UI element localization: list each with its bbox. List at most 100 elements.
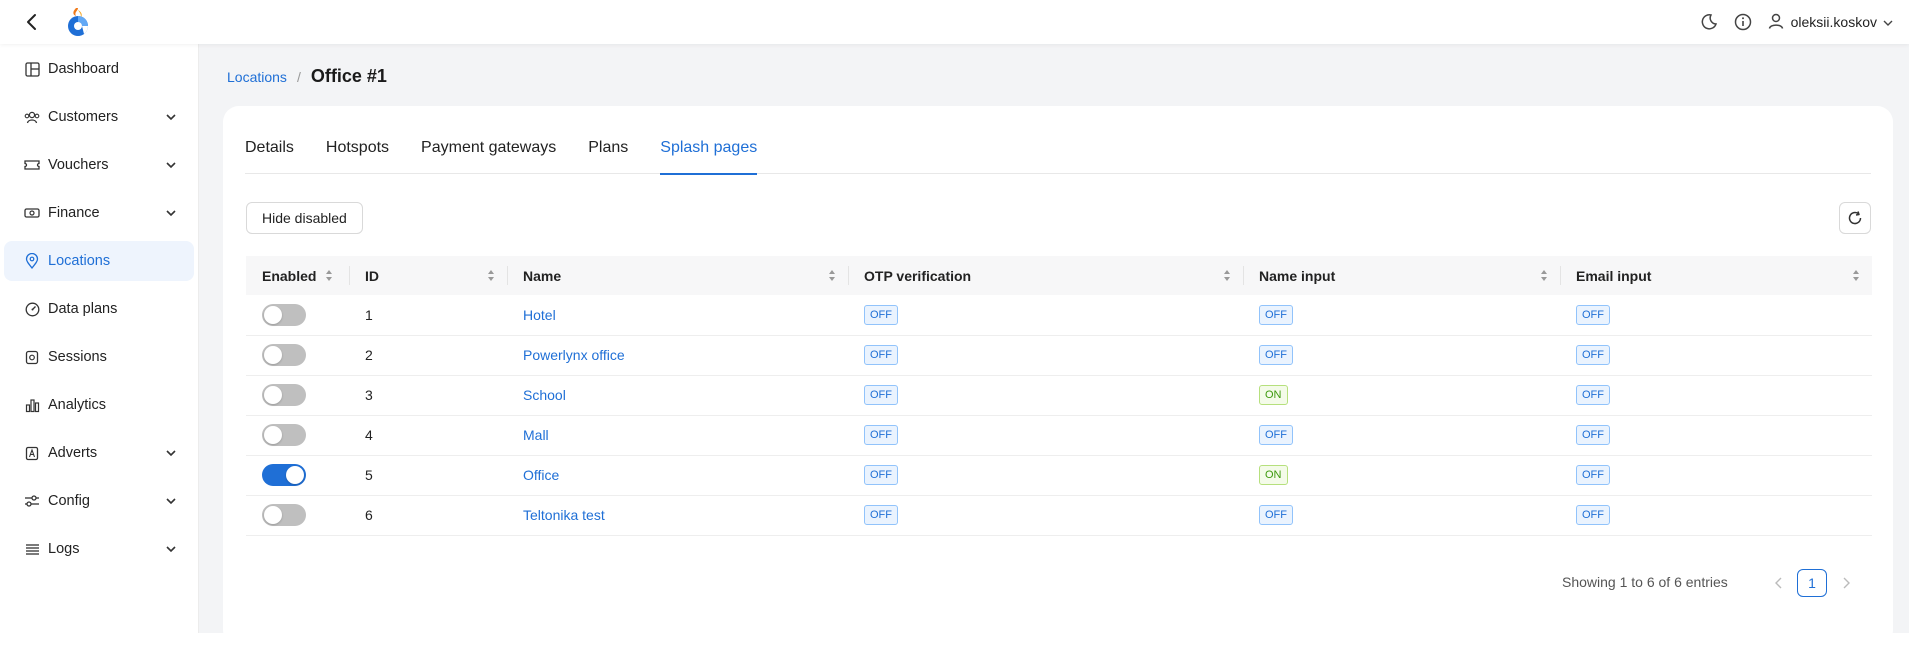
enabled-toggle[interactable] xyxy=(262,344,306,366)
table-row: 6 Teltonika test OFF OFF OFF xyxy=(246,495,1872,536)
sidebar-item-label: Vouchers xyxy=(48,157,109,173)
chevron-down-icon xyxy=(166,498,176,505)
dark-mode-moon-icon[interactable] xyxy=(1699,12,1719,32)
sidebar-item-label: Finance xyxy=(48,205,100,221)
breadcrumb-locations-link[interactable]: Locations xyxy=(227,69,287,85)
ticket-icon xyxy=(24,157,40,173)
enabled-toggle[interactable] xyxy=(262,424,306,446)
enabled-toggle[interactable] xyxy=(262,504,306,526)
sidebar-item-config[interactable]: Config xyxy=(4,481,194,521)
chevron-down-icon xyxy=(166,546,176,553)
email-input-badge: OFF xyxy=(1576,345,1610,365)
sidebar-item-data-plans[interactable]: Data plans xyxy=(4,289,194,329)
sort-icon xyxy=(488,270,494,281)
tab-splash-pages[interactable]: Splash pages xyxy=(660,132,757,175)
bar-chart-icon xyxy=(24,397,40,413)
toggle-knob xyxy=(264,506,282,524)
prev-page-button[interactable] xyxy=(1766,569,1792,597)
sidebar: Dashboard Customers Vouchers Finance Loc… xyxy=(0,44,199,633)
page-title: Office #1 xyxy=(310,66,387,86)
info-icon[interactable] xyxy=(1733,12,1753,32)
splash-page-name-link[interactable]: Powerlynx office xyxy=(523,347,625,363)
chevron-down-icon xyxy=(166,210,176,217)
sidebar-item-sessions[interactable]: Sessions xyxy=(4,337,194,377)
splash-page-name-link[interactable]: Teltonika test xyxy=(523,507,605,523)
sidebar-item-customers[interactable]: Customers xyxy=(4,97,194,137)
sidebar-item-finance[interactable]: Finance xyxy=(4,193,194,233)
column-header-name[interactable]: Name xyxy=(507,256,848,295)
pagination-info: Showing 1 to 6 of 6 entries xyxy=(1562,574,1728,590)
tab-hotspots[interactable]: Hotspots xyxy=(326,132,389,174)
name-input-badge: OFF xyxy=(1259,425,1293,445)
otp-verification-badge: OFF xyxy=(864,505,898,525)
user-menu[interactable]: oleksii.koskov xyxy=(1767,12,1893,33)
name-input-cell: ON xyxy=(1243,375,1560,416)
id-cell: 6 xyxy=(349,495,507,536)
column-header-email-input[interactable]: Email input xyxy=(1560,256,1872,295)
hide-disabled-button[interactable]: Hide disabled xyxy=(246,202,363,234)
user-icon xyxy=(1767,12,1785,33)
name-input-badge: OFF xyxy=(1259,345,1293,365)
otp-verification-cell: OFF xyxy=(848,415,1243,456)
back-arrow-icon[interactable] xyxy=(20,10,44,34)
sessions-icon xyxy=(24,349,40,365)
otp-verification-badge: OFF xyxy=(864,385,898,405)
dashboard-icon xyxy=(24,61,40,77)
column-header-otp-verification[interactable]: OTP verification xyxy=(848,256,1243,295)
email-input-badge: OFF xyxy=(1576,505,1610,525)
splash-pages-table: Enabled ID Name OTP verification Name in… xyxy=(246,256,1872,536)
tab-plans[interactable]: Plans xyxy=(588,132,628,174)
sidebar-item-dashboard[interactable]: Dashboard xyxy=(4,49,194,89)
page-number-button[interactable]: 1 xyxy=(1797,569,1827,597)
username: oleksii.koskov xyxy=(1790,14,1877,30)
enabled-toggle[interactable] xyxy=(262,303,306,326)
email-input-badge: OFF xyxy=(1576,465,1610,485)
sidebar-item-label: Locations xyxy=(48,253,111,269)
email-input-badge: OFF xyxy=(1576,385,1610,405)
sidebar-item-logs[interactable]: Logs xyxy=(4,529,194,569)
main-content: Locations / Office #1 Details Hotspots P… xyxy=(199,44,1909,646)
next-page-button[interactable] xyxy=(1833,569,1859,597)
name-input-badge: OFF xyxy=(1259,505,1293,525)
tabs: Details Hotspots Payment gateways Plans … xyxy=(245,132,1871,175)
name-input-cell: OFF xyxy=(1243,495,1560,536)
otp-verification-badge: OFF xyxy=(864,304,898,325)
column-header-name-input[interactable]: Name input xyxy=(1243,256,1560,295)
tab-payment-gateways[interactable]: Payment gateways xyxy=(421,132,556,174)
splash-page-name-link[interactable]: Office xyxy=(523,467,559,483)
tab-details[interactable]: Details xyxy=(245,132,294,174)
chevron-down-icon xyxy=(166,450,176,457)
enabled-toggle[interactable] xyxy=(262,464,306,486)
advert-icon xyxy=(24,445,40,461)
breadcrumb-separator: / xyxy=(296,69,301,85)
email-input-cell: OFF xyxy=(1560,375,1872,416)
splash-page-name-link[interactable]: School xyxy=(523,387,566,403)
splash-page-name-link[interactable]: Mall xyxy=(523,427,549,443)
sidebar-item-analytics[interactable]: Analytics xyxy=(4,385,194,425)
app-logo[interactable] xyxy=(64,6,92,38)
sliders-icon xyxy=(24,493,40,509)
list-icon xyxy=(24,541,40,557)
splash-page-name-link[interactable]: Hotel xyxy=(523,307,556,323)
otp-verification-badge: OFF xyxy=(864,465,898,485)
sidebar-item-vouchers[interactable]: Vouchers xyxy=(4,145,194,185)
sidebar-item-adverts[interactable]: Adverts xyxy=(4,433,194,473)
column-header-label: Email input xyxy=(1576,267,1652,284)
enabled-cell xyxy=(246,375,349,416)
customers-icon xyxy=(24,109,40,125)
chevron-down-icon xyxy=(166,162,176,169)
otp-verification-badge: OFF xyxy=(864,425,898,445)
toggle-knob xyxy=(264,305,282,324)
column-header-enabled[interactable]: Enabled xyxy=(246,256,349,295)
enabled-toggle[interactable] xyxy=(262,384,306,406)
email-input-badge: OFF xyxy=(1576,425,1610,445)
otp-verification-cell: OFF xyxy=(848,335,1243,376)
enabled-cell xyxy=(246,495,349,536)
email-input-cell: OFF xyxy=(1560,415,1872,456)
sidebar-item-locations[interactable]: Locations xyxy=(4,241,194,281)
column-header-label: Name input xyxy=(1259,267,1336,284)
column-header-id[interactable]: ID xyxy=(349,256,507,295)
column-header-label: Name xyxy=(523,267,562,284)
name-input-badge: ON xyxy=(1259,385,1288,405)
refresh-button[interactable] xyxy=(1839,202,1871,234)
